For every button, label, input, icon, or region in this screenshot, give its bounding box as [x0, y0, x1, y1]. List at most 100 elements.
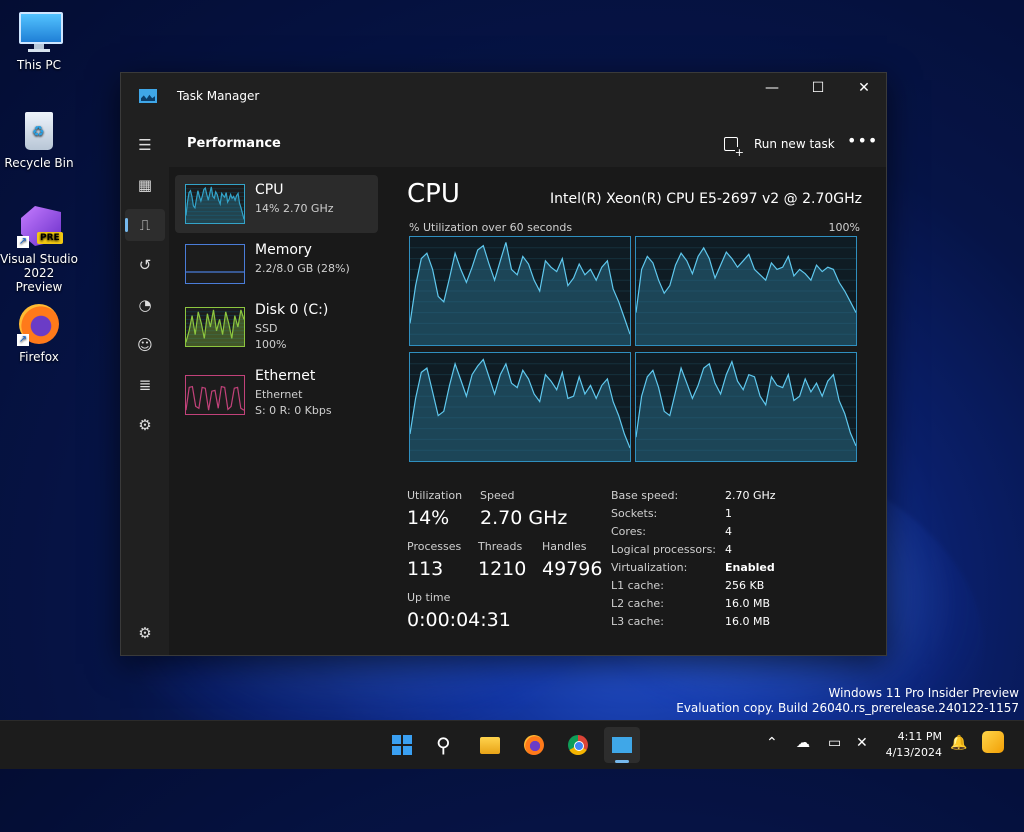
task-manager-icon	[612, 737, 632, 753]
spec-key: L3 cache:	[611, 615, 664, 628]
watermark-line-1: Windows 11 Pro Insider Preview	[828, 686, 1019, 700]
speed-label: Speed	[480, 489, 515, 502]
services-icon[interactable]: ⚙	[125, 409, 165, 441]
core-graph	[409, 236, 631, 346]
clock-date: 4/13/2024	[885, 746, 942, 759]
handles-value: 49796	[542, 558, 603, 580]
resource-sub: 100%	[255, 338, 287, 351]
users-icon[interactable]: ☺	[125, 329, 165, 361]
spec-value: 16.0 MB	[725, 615, 771, 628]
page-header: Performance Run new task •••	[169, 119, 886, 167]
volume-muted-icon[interactable]: ✕	[856, 735, 868, 751]
search-icon: ⚲	[436, 733, 451, 757]
memory-thumbnail-graph	[185, 244, 245, 284]
performance-icon[interactable]: ⎍	[125, 209, 165, 241]
cpu-thumbnail-graph	[185, 184, 245, 224]
task-manager-window: Task Manager — ☐ ✕ ☰ ▦ ⎍ ↺ ◔ ☺ ≣ ⚙ ⚙ Per…	[120, 72, 887, 656]
spec-key: Logical processors:	[611, 543, 717, 556]
utilization-label: Utilization	[407, 489, 463, 502]
spec-key: Cores:	[611, 525, 646, 538]
resource-item-memory[interactable]: Memory 2.2/8.0 GB (28%)	[175, 235, 378, 293]
display-icon[interactable]: ▭	[828, 735, 841, 751]
core-graph	[635, 236, 857, 346]
spec-value: 1	[725, 507, 732, 520]
start-button[interactable]	[384, 727, 420, 763]
onedrive-icon[interactable]: ☁	[796, 735, 810, 751]
app-history-icon[interactable]: ↺	[125, 249, 165, 281]
resource-name: Disk 0 (C:)	[255, 302, 329, 318]
startup-apps-icon[interactable]: ◔	[125, 289, 165, 321]
spec-key: Base speed:	[611, 489, 679, 502]
resource-item-ethernet[interactable]: Ethernet Ethernet S: 0 R: 0 Kbps	[175, 361, 378, 425]
copilot-icon[interactable]	[982, 731, 1004, 753]
notification-bell-icon[interactable]: 🔔	[950, 735, 967, 751]
run-new-task-button[interactable]: Run new task	[724, 133, 835, 158]
firefox-taskbar-button[interactable]	[516, 727, 552, 763]
resource-name: CPU	[255, 182, 284, 198]
ethernet-throughput-line	[186, 385, 244, 411]
more-options-button[interactable]: •••	[847, 131, 878, 150]
cpu-detail-panel: CPU Intel(R) Xeon(R) CPU E5-2697 v2 @ 2.…	[399, 167, 886, 655]
chrome-button[interactable]	[560, 727, 596, 763]
resource-sub: Ethernet	[255, 388, 303, 401]
detail-title: CPU	[407, 179, 460, 209]
watermark-line-2: Evaluation copy. Build 26040.rs_prerelea…	[676, 701, 1019, 715]
recycle-bin-icon: ♻	[17, 108, 61, 152]
desktop-icon-this-pc[interactable]: This PC	[0, 10, 78, 72]
graph-max-label: 100%	[828, 221, 860, 234]
spec-key: L1 cache:	[611, 579, 664, 592]
file-explorer-icon	[480, 737, 500, 754]
resource-sub: 14% 2.70 GHz	[255, 202, 334, 215]
title-bar[interactable]: Task Manager — ☐ ✕	[121, 73, 886, 119]
graph-caption: % Utilization over 60 seconds	[409, 221, 573, 234]
desktop-icon-label: This PC	[17, 58, 61, 72]
minimize-button[interactable]: —	[749, 73, 795, 103]
close-button[interactable]: ✕	[841, 73, 887, 103]
threads-value: 1210	[478, 558, 527, 580]
resource-sub: S: 0 R: 0 Kbps	[255, 404, 332, 417]
task-manager-icon	[139, 89, 157, 103]
resource-name: Memory	[255, 242, 312, 258]
chevron-up-icon[interactable]: ⌃	[766, 735, 778, 751]
file-explorer-button[interactable]	[472, 727, 508, 763]
resource-item-disk[interactable]: Disk 0 (C:) SSD 100%	[175, 295, 378, 359]
search-button[interactable]: ⚲	[428, 727, 464, 763]
nav-rail: ☰ ▦ ⎍ ↺ ◔ ☺ ≣ ⚙ ⚙	[121, 119, 169, 655]
desktop-icon-recycle-bin[interactable]: ♻ Recycle Bin	[0, 108, 78, 170]
taskbar: ⚲ ⌃ ☁ ▭ ✕ 4:11 PM 4/13/2024 🔔	[0, 720, 1024, 769]
hamburger-icon[interactable]: ☰	[125, 129, 165, 161]
processes-label: Processes	[407, 540, 462, 553]
spec-key: L2 cache:	[611, 597, 664, 610]
task-manager-taskbar-button[interactable]	[604, 727, 640, 763]
window-title: Task Manager	[177, 89, 260, 103]
page-title: Performance	[187, 136, 281, 151]
spec-value: 2.70 GHz	[725, 489, 776, 502]
start-icon	[392, 735, 412, 755]
run-task-icon	[724, 137, 744, 158]
resource-name: Ethernet	[255, 368, 316, 384]
resource-item-cpu[interactable]: CPU 14% 2.70 GHz	[175, 175, 378, 233]
resource-sub: SSD	[255, 322, 278, 335]
core-graph	[635, 352, 857, 462]
spec-value: 4	[725, 525, 732, 538]
desktop-icon-label: Recycle Bin	[4, 156, 74, 170]
settings-icon[interactable]: ⚙	[125, 617, 165, 649]
spec-value: Enabled	[725, 561, 775, 574]
spec-value: 4	[725, 543, 732, 556]
visual-studio-icon: PRE ↗	[17, 204, 63, 248]
desktop-icon-firefox[interactable]: ↗ Firefox	[0, 302, 78, 364]
threads-label: Threads	[478, 540, 523, 553]
utilization-area	[636, 361, 856, 461]
details-icon[interactable]: ≣	[125, 369, 165, 401]
clock-time: 4:11 PM	[897, 730, 942, 743]
spec-value: 16.0 MB	[725, 597, 771, 610]
processes-icon[interactable]: ▦	[125, 169, 165, 201]
handles-label: Handles	[542, 540, 587, 553]
resource-sub: 2.2/8.0 GB (28%)	[255, 262, 350, 275]
desktop-icon-label: 2022 Preview	[15, 266, 63, 294]
system-clock[interactable]: 4:11 PM 4/13/2024	[886, 729, 942, 761]
spec-key: Virtualization:	[611, 561, 688, 574]
maximize-button[interactable]: ☐	[795, 73, 841, 103]
desktop-icon-visual-studio[interactable]: PRE ↗ Visual Studio 2022 Preview	[0, 204, 78, 294]
core-graph	[409, 352, 631, 462]
